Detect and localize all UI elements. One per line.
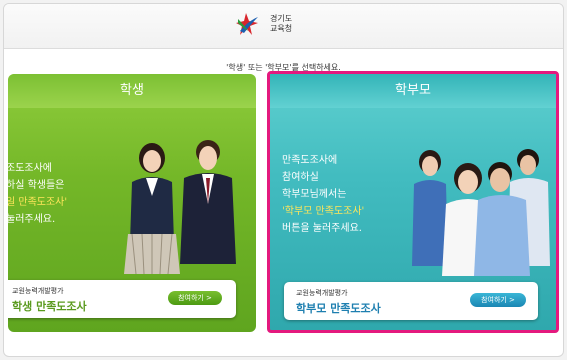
- logo-text-line1: 경기도: [270, 14, 293, 23]
- student-hand-line: 일 만족도조사': [8, 197, 68, 208]
- parent-survey-card[interactable]: 교원능력개발평가 학부모 만족도조사 참여하기 >: [284, 282, 538, 320]
- parent-hand-line: '학부모 만족도조사': [282, 206, 365, 217]
- student-card-subtitle: 교원능력개발평가: [12, 287, 64, 295]
- parent-panel-title: 학부모: [270, 74, 556, 108]
- parent-hand-line: 버튼을 눌러주세요.: [282, 223, 362, 234]
- parent-hand-line: 만족도조사에: [282, 155, 338, 166]
- logo-mark-icon: [236, 13, 258, 35]
- parent-card-subtitle: 교원능력개발평가: [296, 289, 348, 297]
- parent-join-button[interactable]: 참여하기 >: [470, 293, 526, 307]
- student-hand-line: 조도조사에: [8, 163, 52, 174]
- student-panel[interactable]: 학생 조도조사에 하실 학생들은 일 만족도조사' 눌러주세요. 교원능력개발평…: [8, 74, 256, 332]
- header-bar: 경기도 교육청: [4, 4, 563, 49]
- parents-photo: [412, 149, 550, 276]
- student-card-title: 학생 만족도조사: [12, 300, 87, 313]
- student-join-button[interactable]: 참여하기 >: [168, 291, 222, 305]
- parent-handwriting: 만족도조사에 참여하실 학부모님께서는 '학부모 만족도조사' 버튼을 눌러주세…: [282, 152, 364, 237]
- student-hand-line: 눌러주세요.: [8, 214, 56, 225]
- parent-panel[interactable]: 학부모 만족도조사에 참여하실 학부모님께서는 '학부모 만족도조사' 버튼을 …: [267, 71, 559, 333]
- logo-text-line2: 교육청: [270, 24, 293, 33]
- parent-hand-line: 참여하실: [282, 172, 319, 183]
- student-panel-title: 학생: [8, 74, 256, 108]
- student-survey-card[interactable]: 교원능력개발평가 학생 만족도조사 참여하기 >: [8, 280, 236, 318]
- window-frame: 경기도 교육청 '학생' 또는 '학부모'를 선택하세요. 학생 조도조사에 하…: [3, 3, 564, 357]
- gyeonggi-education-logo[interactable]: 경기도 교육청: [234, 11, 292, 37]
- student-hand-line: 하실 학생들은: [8, 180, 65, 191]
- parent-card-title: 학부모 만족도조사: [296, 302, 381, 315]
- students-photo: [124, 140, 236, 275]
- parent-hand-line: 학부모님께서는: [282, 189, 347, 200]
- student-handwriting: 조도조사에 하실 학생들은 일 만족도조사' 눌러주세요.: [8, 160, 67, 228]
